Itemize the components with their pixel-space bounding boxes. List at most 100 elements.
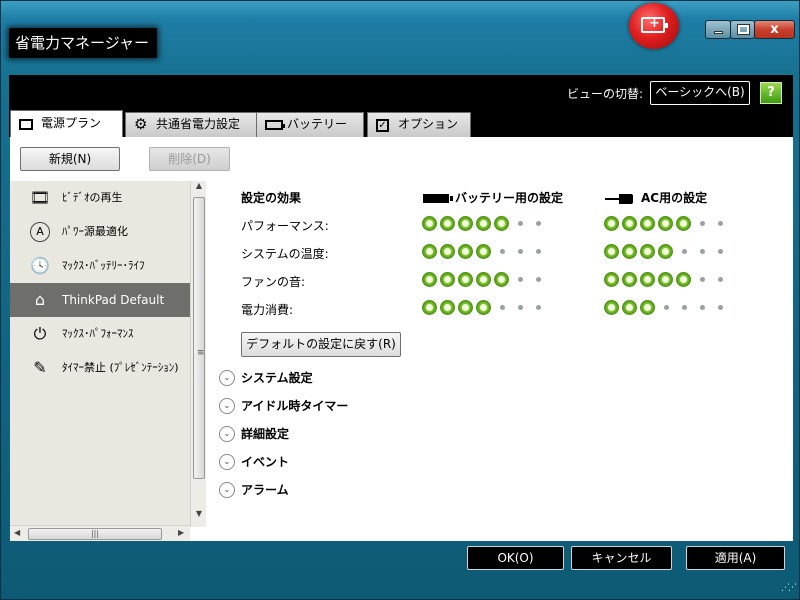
level-dot-on <box>658 272 673 287</box>
plan-item-auto[interactable]: A ﾊﾟﾜｰ源最適化 <box>10 215 190 249</box>
level-dot-off <box>536 249 541 254</box>
level-dot-on <box>440 272 455 287</box>
plan-item-max-battery[interactable]: 🕓 ﾏｯｸｽ･ﾊﾞｯﾃﾘｰ･ﾗｲﾌ <box>10 249 190 283</box>
document-icon <box>19 119 33 130</box>
section-label: イベント <box>241 455 290 469</box>
section-expander[interactable]: ⌄ アイドル時タイマー <box>219 396 348 416</box>
section-expander[interactable]: ⌄ イベント <box>219 452 289 472</box>
plan-label: ﾏｯｸｽ･ﾊﾞｯﾃﾘｰ･ﾗｲﾌ <box>62 259 145 272</box>
tab-battery[interactable]: バッテリー <box>256 112 364 137</box>
setting-row-label: 電力消費: <box>241 303 294 317</box>
level-dot-off <box>700 305 705 310</box>
level-dot-on <box>476 216 491 231</box>
section-expander[interactable]: ⌄ アラーム <box>219 480 289 500</box>
plan-label: ﾋﾞﾃﾞｵの再生 <box>62 191 123 204</box>
chevron-down-icon[interactable]: ⌄ <box>219 370 235 386</box>
scroll-up-arrow-icon[interactable]: ▲ <box>191 181 207 195</box>
level-dot-on <box>422 272 437 287</box>
level-dot-off <box>500 249 505 254</box>
level-dot-on <box>622 244 637 259</box>
plan-label: ﾏｯｸｽ･ﾊﾟﾌｫｰﾏﾝｽ <box>62 327 134 340</box>
level-dot-on <box>458 300 473 315</box>
minimize-button[interactable] <box>705 20 731 39</box>
tab-power-plan[interactable]: 電源プラン <box>10 110 123 138</box>
level-dot-off <box>700 249 705 254</box>
level-dot-on <box>622 216 637 231</box>
scroll-thumb[interactable]: ≡ <box>193 197 205 479</box>
battery-icon <box>423 194 453 203</box>
tab-options[interactable]: ✓ オプション <box>367 112 471 137</box>
level-dot-on <box>604 216 619 231</box>
ac-level-indicator <box>604 300 730 316</box>
battery-icon <box>265 120 285 130</box>
level-dot-on <box>440 216 455 231</box>
tab-common-settings[interactable]: ⚙ 共通省電力設定 <box>125 112 260 137</box>
level-dot-off <box>518 249 523 254</box>
level-dot-on <box>494 272 509 287</box>
plan-label: ThinkPad Default <box>62 293 165 307</box>
level-dot-on <box>422 244 437 259</box>
maximize-icon <box>737 24 750 35</box>
ac-level-indicator <box>604 216 730 232</box>
level-dot-on <box>640 300 655 315</box>
ac-level-indicator <box>604 272 730 288</box>
minimize-icon <box>714 31 723 34</box>
plan-item-max-performance[interactable]: ⏻ ﾏｯｸｽ･ﾊﾟﾌｫｰﾏﾝｽ <box>10 317 190 351</box>
level-dot-off <box>718 277 723 282</box>
cancel-button[interactable]: キャンセル <box>571 546 672 570</box>
level-dot-on <box>476 244 491 259</box>
checkbox-icon: ✓ <box>376 119 389 132</box>
ac-settings-header: AC用の設定 <box>605 189 707 206</box>
plan-list-vertical-scrollbar[interactable]: ▲ ≡ ▼ <box>190 181 206 527</box>
plan-item-video[interactable]: 🎞 ﾋﾞﾃﾞｵの再生 <box>10 181 190 215</box>
resize-grip-icon[interactable]: ⋰⋰ <box>781 583 797 593</box>
house-icon: ⌂ <box>34 290 46 309</box>
reset-default-button[interactable]: デフォルトの設定に戻す(R) <box>241 332 401 357</box>
level-dot-on <box>422 216 437 231</box>
chevron-down-icon[interactable]: ⌄ <box>219 426 235 442</box>
plan-list-horizontal-scrollbar[interactable]: ◀ ||| ▶ <box>10 525 190 541</box>
level-dot-on <box>658 244 673 259</box>
plan-label: ﾊﾟﾜｰ源最適化 <box>62 225 128 238</box>
chevron-down-icon[interactable]: ⌄ <box>219 482 235 498</box>
section-label: アイドル時タイマー <box>241 399 349 413</box>
auto-icon: A <box>30 222 50 242</box>
help-icon[interactable]: ? <box>760 82 782 104</box>
battery-header-label: バッテリー用の設定 <box>455 191 564 205</box>
battery-settings-header: バッテリー用の設定 <box>423 189 563 206</box>
chevron-down-icon[interactable]: ⌄ <box>219 398 235 414</box>
level-dot-on <box>440 244 455 259</box>
plan-list: 🎞 ﾋﾞﾃﾞｵの再生 A ﾊﾟﾜｰ源最適化 🕓 ﾏｯｸｽ･ﾊﾞｯﾃﾘｰ･ﾗｲﾌ … <box>10 181 190 541</box>
level-dot-on <box>440 300 455 315</box>
apply-button[interactable]: 適用(A) <box>686 546 785 570</box>
plan-item-presentation[interactable]: ✎ ﾀｲﾏｰ禁止 (ﾌﾟﾚｾﾞﾝﾃｰｼｮﾝ) <box>10 351 190 385</box>
plan-item-thinkpad-default[interactable]: ⌂ ThinkPad Default <box>10 283 190 317</box>
film-icon: 🎞 <box>30 188 51 207</box>
level-dot-on <box>622 300 637 315</box>
basic-view-button[interactable]: ベーシックへ(B) <box>650 81 750 105</box>
scroll-down-arrow-icon[interactable]: ▼ <box>191 509 207 523</box>
close-button[interactable]: x <box>754 20 795 39</box>
level-dot-on <box>676 216 691 231</box>
section-expander[interactable]: ⌄ 詳細設定 <box>219 424 289 444</box>
level-dot-on <box>476 300 491 315</box>
setting-row-label: ファンの音: <box>241 275 306 289</box>
scroll-right-arrow-icon[interactable]: ▶ <box>178 528 184 537</box>
new-plan-button[interactable]: 新規(N) <box>20 147 120 171</box>
presentation-icon: ✎ <box>33 358 47 377</box>
title-bar[interactable]: 省電力マネージャー + x <box>1 1 799 75</box>
level-dot-on <box>658 216 673 231</box>
level-dot-off <box>518 305 523 310</box>
scroll-thumb[interactable]: ||| <box>28 528 162 540</box>
level-dot-off <box>718 249 723 254</box>
battery-clock-icon: 🕓 <box>30 256 50 275</box>
scroll-left-arrow-icon[interactable]: ◀ <box>14 528 20 537</box>
delete-plan-button[interactable]: 削除(D) <box>149 147 230 171</box>
level-dot-on <box>604 300 619 315</box>
chevron-down-icon[interactable]: ⌄ <box>219 454 235 470</box>
ok-button[interactable]: OK(O) <box>467 546 564 570</box>
power-plan-panel: 新規(N) 削除(D) 🎞 ﾋﾞﾃﾞｵの再生 A ﾊﾟﾜｰ源最適化 🕓 ﾏｯｸｽ… <box>10 137 793 541</box>
level-dot-on <box>458 244 473 259</box>
section-expander[interactable]: ⌄ システム設定 <box>219 368 313 388</box>
maximize-button[interactable] <box>730 20 755 39</box>
